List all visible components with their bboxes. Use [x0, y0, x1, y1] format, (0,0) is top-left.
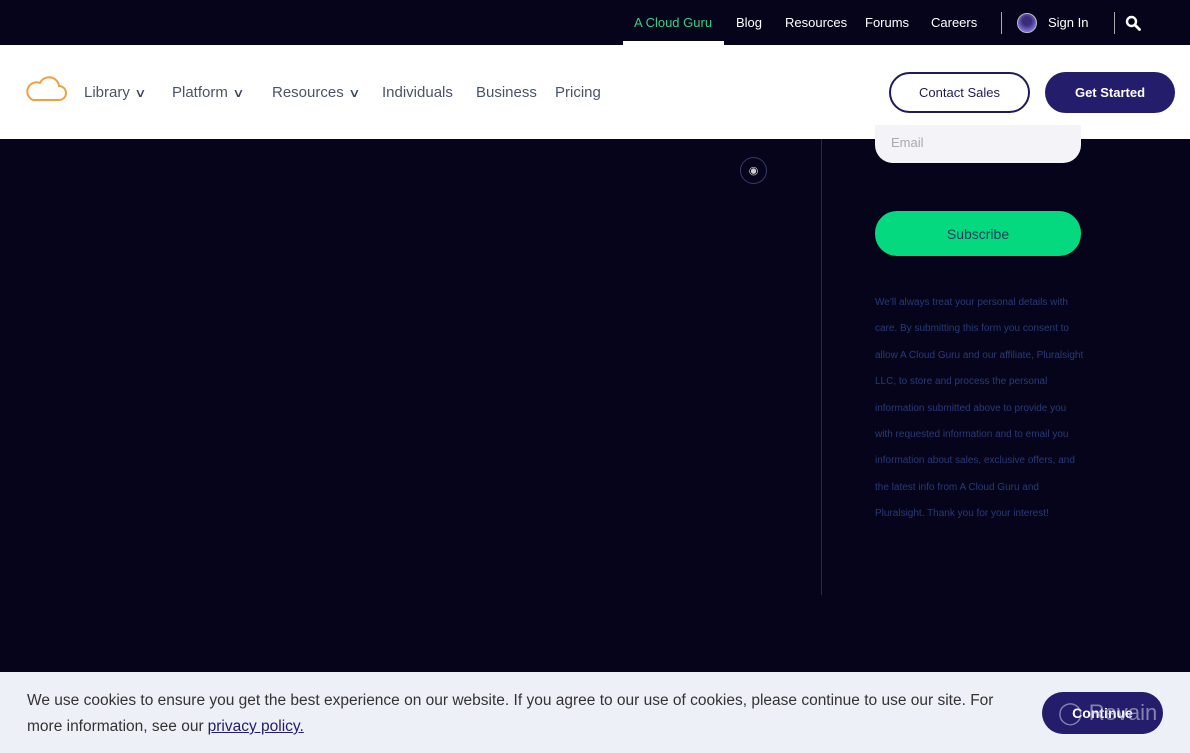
nav-label: Library — [84, 84, 130, 101]
cookie-text: We use cookies to ensure you get the bes… — [27, 692, 994, 735]
chevron-down-icon: ∨ — [347, 86, 361, 100]
nav-label: Platform — [172, 84, 228, 101]
continue-button[interactable]: Continue — [1042, 692, 1163, 734]
nav-business[interactable]: Business — [476, 84, 537, 101]
privacy-notice: We'll always treat your personal details… — [875, 297, 1084, 520]
subscribe-button[interactable]: Subscribe — [875, 211, 1081, 256]
get-started-button[interactable]: Get Started — [1045, 72, 1175, 113]
rss-icon[interactable]: ◉ — [740, 157, 767, 184]
cookie-message: We use cookies to ensure you get the bes… — [27, 688, 1027, 740]
nav-platform[interactable]: Platform ∨ — [172, 84, 245, 101]
topbar-link-careers[interactable]: Careers — [931, 15, 977, 30]
chevron-down-icon: ∨ — [232, 86, 245, 100]
topbar-link-a-cloud-guru[interactable]: A Cloud Guru — [634, 15, 712, 30]
divider — [821, 139, 822, 595]
email-input[interactable]: Email — [875, 125, 1081, 163]
topbar-link-forums[interactable]: Forums — [865, 15, 909, 30]
top-bar: A Cloud Guru Blog Resources Forums Caree… — [0, 0, 1190, 45]
search-icon[interactable] — [1125, 15, 1141, 31]
divider — [1001, 12, 1002, 34]
topbar-link-blog[interactable]: Blog — [736, 15, 762, 30]
nav-library[interactable]: Library ∨ — [84, 84, 147, 101]
divider — [1114, 12, 1115, 34]
nav-resources[interactable]: Resources ∨ — [272, 84, 361, 101]
nav-individuals[interactable]: Individuals — [382, 84, 453, 101]
nav-pricing[interactable]: Pricing — [555, 84, 601, 101]
avatar[interactable] — [1017, 13, 1037, 33]
topbar-link-resources[interactable]: Resources — [785, 15, 847, 30]
cookie-banner: We use cookies to ensure you get the bes… — [0, 672, 1190, 753]
cloud-icon[interactable] — [25, 75, 67, 103]
nav-label: Resources — [272, 84, 344, 101]
chevron-down-icon: ∨ — [134, 86, 147, 100]
sign-in-link[interactable]: Sign In — [1048, 15, 1088, 30]
privacy-policy-link[interactable]: privacy policy. — [208, 718, 304, 735]
contact-sales-button[interactable]: Contact Sales — [889, 72, 1030, 113]
